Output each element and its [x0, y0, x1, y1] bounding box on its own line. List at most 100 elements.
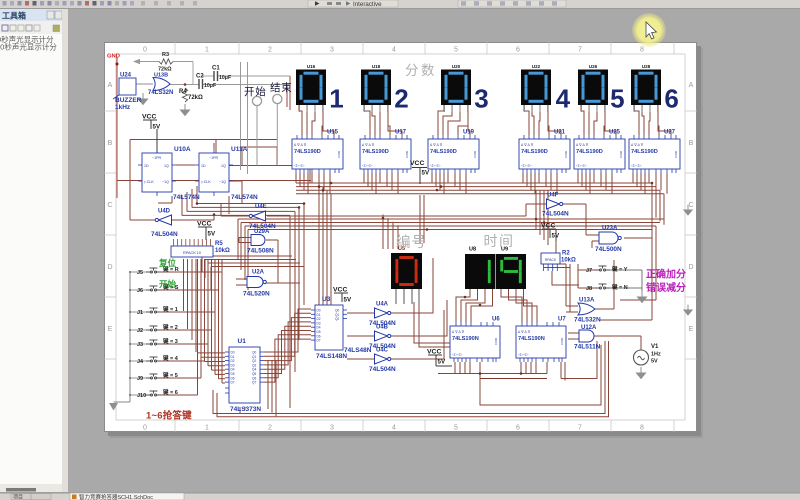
svg-text:6: 6 — [664, 84, 678, 114]
svg-text:U6: U6 — [492, 317, 500, 323]
svg-text:0: 0 — [143, 47, 147, 54]
svg-text:U10A: U10A — [174, 146, 191, 153]
svg-text:复位: 复位 — [158, 258, 177, 268]
svg-text:开始: 开始 — [159, 279, 177, 289]
svg-text:D: D — [107, 264, 112, 271]
svg-text:RCO: RCO — [564, 151, 568, 158]
svg-text:U20: U20 — [452, 64, 461, 69]
svg-text:◁▷◁▷: ◁▷◁▷ — [452, 353, 463, 357]
svg-text:RCO: RCO — [473, 151, 477, 158]
svg-text:5: 5 — [454, 47, 458, 54]
svg-text:U18: U18 — [372, 64, 381, 69]
svg-text:R4: R4 — [179, 89, 187, 95]
svg-text:A: A — [689, 82, 694, 89]
svg-text:74LS190D: 74LS190D — [576, 149, 603, 155]
svg-text:74LS373N: 74LS373N — [230, 406, 261, 413]
svg-text:R3: R3 — [162, 52, 169, 58]
svg-text:74L504N: 74L504N — [151, 231, 178, 238]
svg-text:10μF: 10μF — [219, 75, 231, 81]
svg-text:6: 6 — [516, 425, 520, 432]
svg-text:74LS48N: 74LS48N — [344, 347, 372, 354]
svg-text:VCC: VCC — [142, 114, 156, 121]
svg-text:U4B: U4B — [376, 325, 389, 331]
svg-text:7: 7 — [578, 47, 582, 54]
svg-text:◁▷◁▷: ◁▷◁▷ — [518, 353, 529, 357]
svg-text:U16: U16 — [307, 64, 316, 69]
svg-text:5V: 5V — [208, 231, 216, 238]
svg-text:RPACK 10: RPACK 10 — [183, 251, 201, 255]
svg-text:RCO: RCO — [405, 151, 409, 158]
svg-text:Δ∇Δ∇: Δ∇Δ∇ — [518, 330, 531, 334]
svg-text:74LS32N: 74LS32N — [148, 90, 173, 96]
svg-text:2: 2 — [268, 425, 272, 432]
svg-text:U4A: U4A — [376, 302, 389, 308]
svg-text:1~6抢答键: 1~6抢答键 — [146, 410, 192, 422]
svg-text:74L574N: 74L574N — [173, 194, 200, 201]
svg-text:1kHz: 1kHz — [115, 104, 131, 111]
svg-text:74LS190D: 74LS190D — [362, 149, 389, 155]
svg-text:74LS190N: 74LS190N — [518, 336, 545, 342]
svg-text:时间: 时间 — [484, 233, 515, 249]
svg-text:▷CLK: ▷CLK — [144, 180, 154, 184]
svg-text:◁▷◁▷: ◁▷◁▷ — [362, 164, 373, 168]
svg-text:~1PR: ~1PR — [152, 156, 161, 160]
svg-text:2: 2 — [268, 47, 272, 54]
svg-text:Q7: Q7 — [252, 381, 256, 385]
svg-text:Δ∇Δ∇: Δ∇Δ∇ — [362, 143, 375, 147]
svg-text:74L504N: 74L504N — [542, 211, 569, 218]
svg-text:VCC: VCC — [541, 223, 555, 230]
svg-text:J2: J2 — [137, 328, 143, 334]
svg-text:5V: 5V — [651, 359, 658, 365]
svg-text:Δ∇Δ∇: Δ∇Δ∇ — [430, 143, 443, 147]
svg-text:U28: U28 — [642, 64, 651, 69]
svg-text:~1PR: ~1PR — [209, 156, 218, 160]
svg-text:5V: 5V — [344, 297, 352, 304]
svg-text:VCC: VCC — [427, 349, 441, 356]
svg-text:RCO: RCO — [674, 151, 678, 158]
svg-text:1: 1 — [205, 47, 209, 54]
svg-text:◁▷◁▷: ◁▷◁▷ — [631, 164, 642, 168]
svg-text:BUZZER: BUZZER — [115, 97, 142, 104]
svg-text:U3: U3 — [322, 296, 331, 303]
svg-text:1D: 1D — [144, 164, 149, 168]
svg-text:U27: U27 — [664, 130, 676, 136]
svg-text:2: 2 — [394, 84, 408, 114]
svg-text:VCC: VCC — [410, 160, 424, 167]
svg-text:5V: 5V — [552, 233, 560, 240]
svg-text:◁▷◁▷: ◁▷◁▷ — [430, 164, 441, 168]
svg-text:VCC: VCC — [197, 221, 211, 228]
svg-text:5V: 5V — [422, 170, 430, 177]
svg-text:U1: U1 — [238, 338, 247, 345]
svg-text:J3: J3 — [137, 342, 143, 348]
svg-text:U12A: U12A — [581, 325, 597, 331]
svg-text:~1Q: ~1Q — [219, 180, 226, 184]
svg-text:键 = 2: 键 = 2 — [162, 323, 178, 331]
svg-text:Δ∇Δ∇: Δ∇Δ∇ — [631, 143, 644, 147]
svg-text:J4: J4 — [137, 359, 144, 365]
svg-text:74L500N: 74L500N — [595, 246, 622, 253]
svg-text:RCO: RCO — [494, 338, 498, 345]
svg-text:3: 3 — [330, 425, 334, 432]
svg-text:正确加分: 正确加分 — [646, 268, 686, 281]
svg-text:A: A — [108, 82, 113, 89]
svg-text:1: 1 — [205, 425, 209, 432]
svg-text:Δ∇Δ∇: Δ∇Δ∇ — [294, 143, 307, 147]
svg-text:J5: J5 — [137, 270, 143, 276]
svg-text:Δ∇Δ∇: Δ∇Δ∇ — [452, 330, 465, 334]
svg-text:74L532N: 74L532N — [574, 317, 601, 324]
svg-text:RCO: RCO — [560, 338, 564, 345]
svg-text:U7: U7 — [558, 317, 566, 323]
svg-text:RPACK: RPACK — [545, 258, 557, 262]
svg-text:E: E — [689, 326, 694, 333]
svg-text:U23A: U23A — [602, 226, 618, 232]
svg-text:74L504N: 74L504N — [369, 366, 396, 373]
svg-text:结束: 结束 — [270, 81, 293, 94]
svg-text:错误减分: 错误减分 — [646, 281, 686, 294]
svg-text:1Q: 1Q — [221, 164, 226, 168]
svg-text:Δ∇Δ∇: Δ∇Δ∇ — [576, 143, 589, 147]
svg-text:U22: U22 — [532, 64, 541, 69]
svg-text:U25: U25 — [609, 130, 621, 136]
svg-text:8: 8 — [640, 47, 644, 54]
svg-text:U11A: U11A — [231, 146, 248, 153]
svg-text:▷CLK: ▷CLK — [201, 180, 211, 184]
